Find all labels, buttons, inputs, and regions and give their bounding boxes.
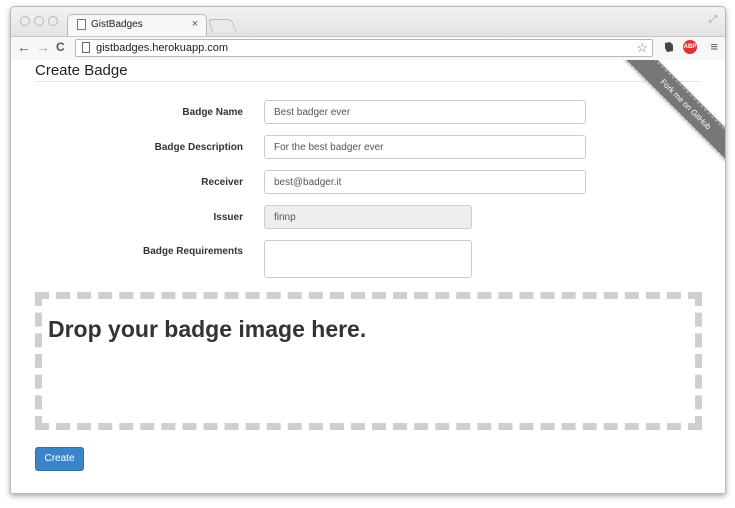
bookmark-star-icon[interactable]: ☆ xyxy=(636,40,648,56)
browser-toolbar: ← → C gistbadges.herokuapp.com ☆ ABP ≡ xyxy=(11,36,725,61)
tab-title: GistBadges xyxy=(91,19,143,30)
adblock-plus-icon[interactable]: ABP xyxy=(683,40,697,54)
badge-requirements-label: Badge Requirements xyxy=(142,246,243,257)
fork-me-ribbon[interactable]: Fork me on GitHub xyxy=(617,60,725,173)
page-icon xyxy=(77,19,86,30)
browser-window: GistBadges × ⤢ ← → C gistbadges.herokuap… xyxy=(10,6,726,494)
dropzone-text: Drop your badge image here. xyxy=(48,316,367,342)
create-button[interactable]: Create xyxy=(35,447,84,471)
badge-name-input[interactable]: Best badger ever xyxy=(264,100,586,124)
minimize-window-button[interactable] xyxy=(34,16,44,26)
back-button[interactable]: ← xyxy=(17,39,31,55)
zoom-window-button[interactable] xyxy=(48,16,58,26)
title-bar: GistBadges × ⤢ xyxy=(11,7,725,36)
issuer-label: Issuer xyxy=(213,212,243,223)
badge-name-label: Badge Name xyxy=(182,107,243,118)
reload-button[interactable]: C xyxy=(56,40,65,54)
page-content: Create Badge Fork me on GitHub Badge Nam… xyxy=(11,60,725,493)
evernote-extension-icon[interactable] xyxy=(662,40,676,54)
address-bar[interactable]: gistbadges.herokuapp.com ☆ xyxy=(75,39,653,57)
forward-button[interactable]: → xyxy=(36,39,50,55)
issuer-input[interactable]: finnp xyxy=(264,205,472,229)
new-tab-button[interactable] xyxy=(207,19,237,32)
image-dropzone[interactable]: Drop your badge image here. xyxy=(35,292,702,430)
badge-requirements-textarea[interactable] xyxy=(264,240,472,278)
badge-description-label: Badge Description xyxy=(154,142,243,153)
receiver-label: Receiver xyxy=(201,177,243,188)
menu-icon[interactable]: ≡ xyxy=(710,39,718,54)
url-text[interactable]: gistbadges.herokuapp.com xyxy=(96,42,228,54)
badge-description-input[interactable]: For the best badger ever xyxy=(264,135,586,159)
browser-tab[interactable]: GistBadges × xyxy=(67,14,207,36)
receiver-input[interactable]: best@badger.it xyxy=(264,170,586,194)
close-window-button[interactable] xyxy=(20,16,30,26)
page-icon xyxy=(82,42,90,53)
fullscreen-icon[interactable]: ⤢ xyxy=(709,14,717,25)
tab-close-icon[interactable]: × xyxy=(192,18,198,30)
title-divider xyxy=(35,81,701,82)
page-title: Create Badge xyxy=(35,62,128,79)
ribbon-label[interactable]: Fork me on GitHub xyxy=(617,60,725,173)
